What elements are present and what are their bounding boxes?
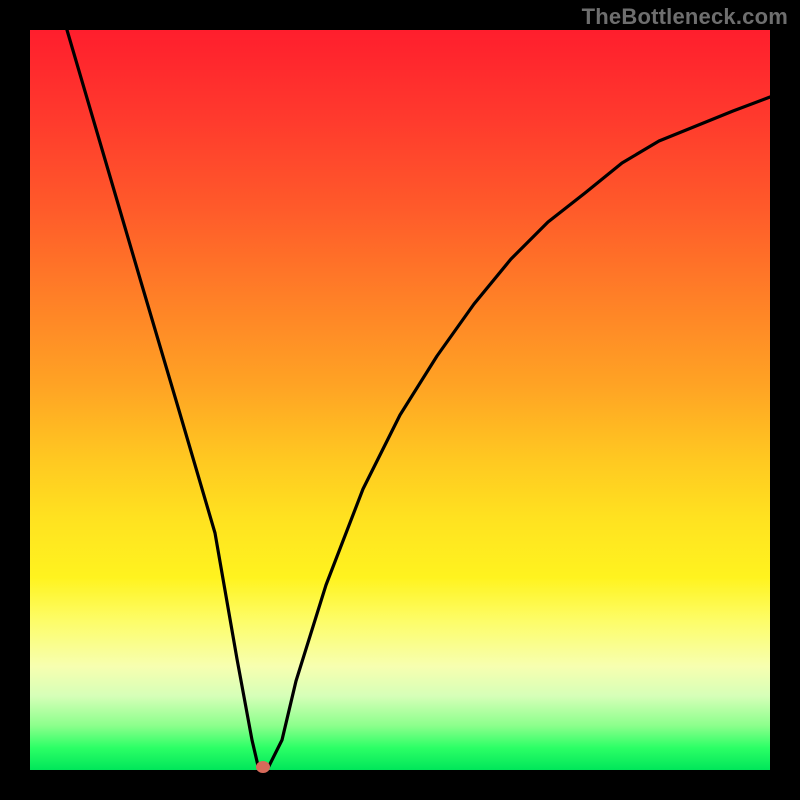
minimum-marker xyxy=(256,761,270,773)
curve-path xyxy=(67,30,770,770)
plot-area xyxy=(30,30,770,770)
bottleneck-curve xyxy=(30,30,770,770)
chart-frame: TheBottleneck.com xyxy=(0,0,800,800)
watermark-text: TheBottleneck.com xyxy=(582,4,788,30)
